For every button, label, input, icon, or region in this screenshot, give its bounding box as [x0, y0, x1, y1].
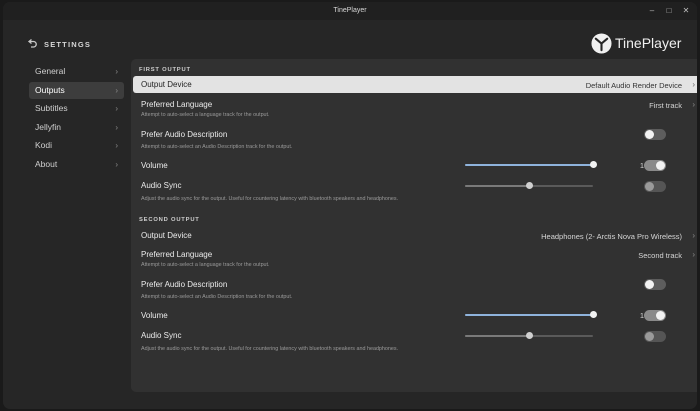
audio-sync-desc: Adjust the audio sync for the output. Us… — [141, 196, 399, 202]
sidebar-nav: General › Outputs › Subtitles › Jellyfin › K… — [29, 63, 124, 174]
preferred-language-value: First track — [649, 100, 682, 110]
audio-description-row: Prefer Audio Description Attempt to auto… — [133, 127, 697, 153]
preferred-language-desc: Attempt to auto-select a language track … — [141, 262, 270, 268]
audio-description-toggle[interactable] — [644, 129, 666, 140]
output-device-label: Output Device — [141, 231, 192, 240]
audio-description-desc: Attempt to auto-select an Audio Descript… — [141, 294, 293, 300]
audio-sync-row: Audio Sync 0ms Adjust the audio sync for… — [133, 179, 697, 205]
audio-sync-slider[interactable] — [465, 332, 593, 339]
chevron-right-icon: › — [115, 141, 118, 150]
preferred-language-label: Preferred Language — [141, 100, 213, 109]
chevron-right-icon: › — [115, 122, 118, 132]
sidebar-item-label: Kodi — [35, 140, 53, 150]
volume-label: Volume — [141, 161, 168, 170]
audio-description-toggle[interactable] — [644, 279, 666, 290]
chevron-right-icon: › — [692, 100, 695, 109]
audio-description-desc: Attempt to auto-select an Audio Descript… — [141, 144, 293, 150]
preferred-language-row[interactable]: Preferred Language First track › Attempt… — [133, 96, 697, 122]
chevron-right-icon: › — [115, 104, 118, 113]
sidebar-item-label: Outputs — [35, 84, 65, 95]
outputs-panel: FIRST OUTPUT Output Device Default Audio… — [131, 59, 697, 392]
chevron-right-icon: › — [692, 80, 695, 89]
volume-row: Volume 100% — [133, 158, 697, 172]
preferred-language-label: Preferred Language — [141, 250, 213, 259]
maximize-icon[interactable]: □ — [664, 6, 674, 16]
audio-description-label: Prefer Audio Description — [141, 280, 228, 289]
volume-row: Volume 100% — [133, 308, 697, 322]
audio-sync-desc: Adjust the audio sync for the output. Us… — [141, 346, 399, 352]
chevron-right-icon: › — [692, 231, 695, 240]
close-icon[interactable]: ✕ — [681, 6, 691, 16]
sidebar-item-label: Subtitles — [35, 103, 68, 113]
window-title: TinePlayer — [333, 7, 367, 14]
volume-label: Volume — [141, 311, 168, 320]
chevron-right-icon: › — [692, 250, 695, 259]
back-icon[interactable] — [26, 38, 38, 50]
section-heading-second-output: SECOND OUTPUT — [139, 217, 200, 223]
app-window: TinePlayer – □ ✕ SETTINGS TinePlayer Gen… — [3, 2, 697, 409]
sidebar-item-outputs[interactable]: Outputs › — [29, 81, 124, 99]
output-device-label: Output Device — [141, 80, 192, 89]
page-title: SETTINGS — [44, 40, 92, 49]
volume-slider[interactable] — [465, 311, 597, 318]
preferred-language-value: Second track — [638, 250, 682, 260]
chevron-right-icon: › — [115, 85, 118, 95]
sidebar-item-jellyfin[interactable]: Jellyfin › — [29, 119, 124, 136]
preferred-language-desc: Attempt to auto-select a language track … — [141, 112, 270, 118]
output-device-value: Headphones (2- Arctis Nova Pro Wireless) — [541, 231, 682, 241]
title-bar[interactable]: TinePlayer – □ ✕ — [3, 2, 697, 20]
volume-toggle[interactable] — [644, 309, 666, 321]
chevron-right-icon: › — [115, 67, 118, 76]
sidebar-item-subtitles[interactable]: Subtitles › — [29, 100, 124, 117]
preferred-language-row[interactable]: Preferred Language Second track › Attemp… — [133, 246, 697, 272]
sidebar-item-label: Jellyfin — [35, 121, 61, 132]
audio-sync-toggle[interactable] — [644, 180, 666, 192]
audio-sync-label: Audio Sync — [141, 331, 182, 340]
audio-description-row: Prefer Audio Description Attempt to auto… — [133, 277, 697, 303]
minimize-icon[interactable]: – — [647, 6, 657, 16]
sidebar-item-label: General — [35, 66, 66, 76]
sidebar-item-label: About — [35, 158, 58, 169]
brand-name: TinePlayer — [615, 35, 682, 51]
output-device-value: Default Audio Render Device — [585, 80, 682, 90]
audio-sync-toggle[interactable] — [644, 330, 666, 342]
volume-toggle[interactable] — [644, 159, 666, 171]
audio-sync-label: Audio Sync — [141, 181, 182, 190]
section-heading-first-output: FIRST OUTPUT — [139, 67, 191, 73]
audio-description-label: Prefer Audio Description — [141, 130, 228, 139]
sidebar-item-about[interactable]: About › — [29, 156, 124, 173]
audio-sync-row: Audio Sync 0ms Adjust the audio sync for… — [133, 329, 697, 355]
sidebar-item-kodi[interactable]: Kodi › — [29, 137, 124, 154]
sidebar-item-general[interactable]: General › — [29, 63, 124, 80]
volume-slider[interactable] — [465, 161, 597, 168]
output-device-row[interactable]: Output Device Headphones (2- Arctis Nova… — [133, 227, 697, 244]
output-device-row[interactable]: Output Device Default Audio Render Devic… — [133, 76, 697, 93]
tineplayer-logo — [591, 33, 612, 54]
audio-sync-slider[interactable] — [465, 182, 593, 189]
chevron-right-icon: › — [115, 159, 118, 169]
